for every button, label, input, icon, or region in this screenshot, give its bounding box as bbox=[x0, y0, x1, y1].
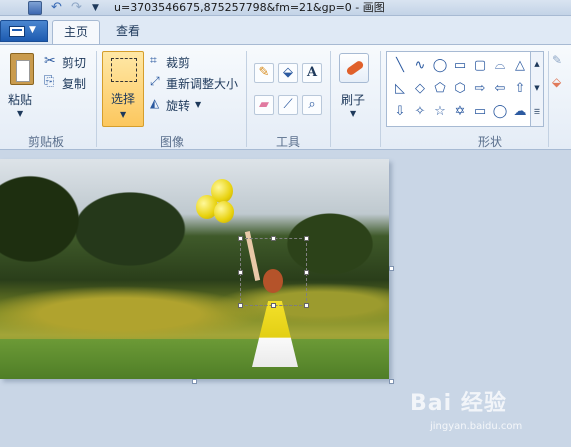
shape-option-icon[interactable]: ✡ bbox=[451, 103, 469, 121]
selection-handle[interactable] bbox=[304, 236, 309, 241]
select-label: 选择 bbox=[111, 92, 136, 106]
color-picker-icon[interactable]: ⟋ bbox=[278, 95, 298, 115]
undo-icon[interactable]: ↶ bbox=[51, 1, 65, 15]
pencil-icon[interactable]: ✎ bbox=[254, 63, 274, 83]
brushes-dropdown-icon[interactable]: ▼ bbox=[350, 109, 356, 118]
shape-option-icon[interactable]: ☁ bbox=[511, 103, 529, 121]
shape-option-icon[interactable]: ◯ bbox=[491, 103, 509, 121]
outline-icon[interactable]: ✎ bbox=[552, 53, 562, 67]
scroll-down-icon[interactable]: ▼ bbox=[531, 76, 543, 100]
scroll-up-icon[interactable]: ▲ bbox=[531, 52, 543, 76]
shape-option-icon[interactable]: ⬡ bbox=[451, 80, 469, 98]
document-icon bbox=[9, 26, 25, 37]
paste-label: 粘贴 bbox=[8, 93, 33, 107]
watermark: Bai 经验 jingyan.baidu.com bbox=[410, 385, 560, 440]
magnifier-icon[interactable]: ⌕ bbox=[302, 95, 322, 115]
divider bbox=[246, 51, 247, 147]
crop-icon: ⌗ bbox=[150, 53, 157, 67]
gallery-expand-icon[interactable]: ☰ bbox=[531, 100, 543, 124]
title-bar: ↶ ↷ ▼ u=3703546675,875257798&fm=21&gp=0 … bbox=[0, 0, 571, 16]
shape-option-icon[interactable]: ⬠ bbox=[431, 80, 449, 98]
image-group-label: 图像 bbox=[159, 135, 184, 149]
shape-option-icon[interactable]: ▢ bbox=[471, 57, 489, 75]
clipboard-group-label: 剪贴板 bbox=[27, 135, 64, 149]
shape-option-icon[interactable]: ▭ bbox=[451, 57, 469, 75]
canvas-resize-handle[interactable] bbox=[389, 379, 394, 384]
rotate-label: 旋转 bbox=[166, 99, 191, 113]
resize-label: 重新调整大小 bbox=[166, 77, 239, 91]
shape-option-icon[interactable]: ⇨ bbox=[471, 80, 489, 98]
ribbon: 粘贴 ▼ ✂ 剪切 ⎘ 复制 剪贴板 选择 ▼ ⌗ 裁剪 ⤢ 重新调整大小 ◭ … bbox=[0, 44, 571, 150]
shapes-group-label: 形状 bbox=[477, 135, 502, 149]
select-dropdown-icon[interactable]: ▼ bbox=[120, 110, 126, 119]
shape-option-icon[interactable]: ◯ bbox=[431, 57, 449, 75]
resize-icon: ⤢ bbox=[150, 74, 160, 88]
shapes-scrollbar[interactable]: ▲ ▼ ☰ bbox=[530, 51, 544, 127]
crop-label: 裁剪 bbox=[166, 56, 191, 70]
photo-trees bbox=[0, 159, 389, 289]
rotate-icon: ◭ bbox=[150, 96, 160, 110]
tab-home[interactable]: 主页 bbox=[52, 20, 100, 44]
brushes-label: 刷子 bbox=[341, 93, 366, 107]
divider bbox=[380, 51, 381, 147]
shape-option-icon[interactable]: ▭ bbox=[471, 103, 489, 121]
selection-rectangle[interactable] bbox=[240, 238, 307, 306]
redo-icon[interactable]: ↷ bbox=[71, 1, 85, 15]
copy-label: 复制 bbox=[62, 77, 87, 91]
shape-option-icon[interactable]: ✧ bbox=[411, 103, 429, 121]
divider bbox=[330, 51, 331, 147]
shape-option-icon[interactable]: ⇧ bbox=[511, 80, 529, 98]
fill-shape-icon[interactable]: ⬙ bbox=[552, 75, 561, 89]
shape-option-icon[interactable]: ∿ bbox=[411, 57, 429, 75]
eraser-icon[interactable]: ▰ bbox=[254, 95, 274, 115]
selection-handle[interactable] bbox=[271, 236, 276, 241]
selection-handle[interactable] bbox=[304, 270, 309, 275]
shape-option-icon[interactable]: ⌓ bbox=[491, 57, 509, 75]
ribbon-tab-row: ▼ 主页 查看 bbox=[0, 16, 571, 44]
file-menu-button[interactable]: ▼ bbox=[0, 20, 48, 42]
fill-icon[interactable]: ⬙ bbox=[278, 63, 298, 83]
brush-icon bbox=[339, 53, 369, 83]
canvas-resize-handle[interactable] bbox=[389, 266, 394, 271]
shape-option-icon[interactable]: ⇦ bbox=[491, 80, 509, 98]
shapes-gallery: ╲ ∿ ◯ ▭ ▢ ⌓ △ ◺ ◇ ⬠ ⬡ ⇨ ⇦ ⇧ ⇩ ✧ ☆ ✡ ▭ ◯ ☁ bbox=[386, 51, 544, 127]
copy-icon: ⎘ bbox=[44, 74, 55, 89]
select-button[interactable]: 选择 ▼ bbox=[102, 51, 144, 127]
divider bbox=[548, 51, 549, 147]
selection-handle[interactable] bbox=[304, 303, 309, 308]
selection-handle[interactable] bbox=[238, 270, 243, 275]
save-icon[interactable] bbox=[28, 1, 42, 15]
shape-option-icon[interactable]: ╲ bbox=[391, 57, 409, 75]
shape-option-icon[interactable]: ◇ bbox=[411, 80, 429, 98]
quick-access-dropdown-icon[interactable]: ▼ bbox=[92, 1, 106, 15]
divider bbox=[96, 51, 97, 147]
selection-handle[interactable] bbox=[238, 236, 243, 241]
text-icon[interactable]: A bbox=[302, 63, 322, 83]
window-title: u=3703546675,875257798&fm=21&gp=0 - 画图 bbox=[114, 1, 385, 14]
canvas-resize-handle[interactable] bbox=[192, 379, 197, 384]
tools-group-label: 工具 bbox=[275, 135, 300, 149]
watermark-url: jingyan.baidu.com bbox=[430, 421, 523, 432]
paste-dropdown-icon[interactable]: ▼ bbox=[17, 109, 23, 118]
shape-option-icon[interactable]: ◺ bbox=[391, 80, 409, 98]
image-canvas[interactable] bbox=[0, 159, 389, 379]
shape-option-icon[interactable]: △ bbox=[511, 57, 529, 75]
photo-meadow bbox=[0, 274, 389, 344]
shape-option-icon[interactable]: ☆ bbox=[431, 103, 449, 121]
watermark-logo: Bai 经验 bbox=[410, 391, 507, 416]
rotate-dropdown-icon[interactable]: ▼ bbox=[195, 100, 201, 109]
selection-icon bbox=[111, 58, 137, 82]
selection-handle[interactable] bbox=[271, 303, 276, 308]
clipboard-icon bbox=[10, 53, 34, 85]
shape-option-icon[interactable]: ⇩ bbox=[391, 103, 409, 121]
balloon bbox=[214, 201, 234, 223]
chevron-down-icon: ▼ bbox=[29, 25, 36, 35]
scissors-icon: ✂ bbox=[44, 53, 56, 69]
cut-label: 剪切 bbox=[62, 56, 87, 70]
photo-grass bbox=[0, 339, 389, 379]
tab-view[interactable]: 查看 bbox=[106, 20, 150, 44]
selection-handle[interactable] bbox=[238, 303, 243, 308]
